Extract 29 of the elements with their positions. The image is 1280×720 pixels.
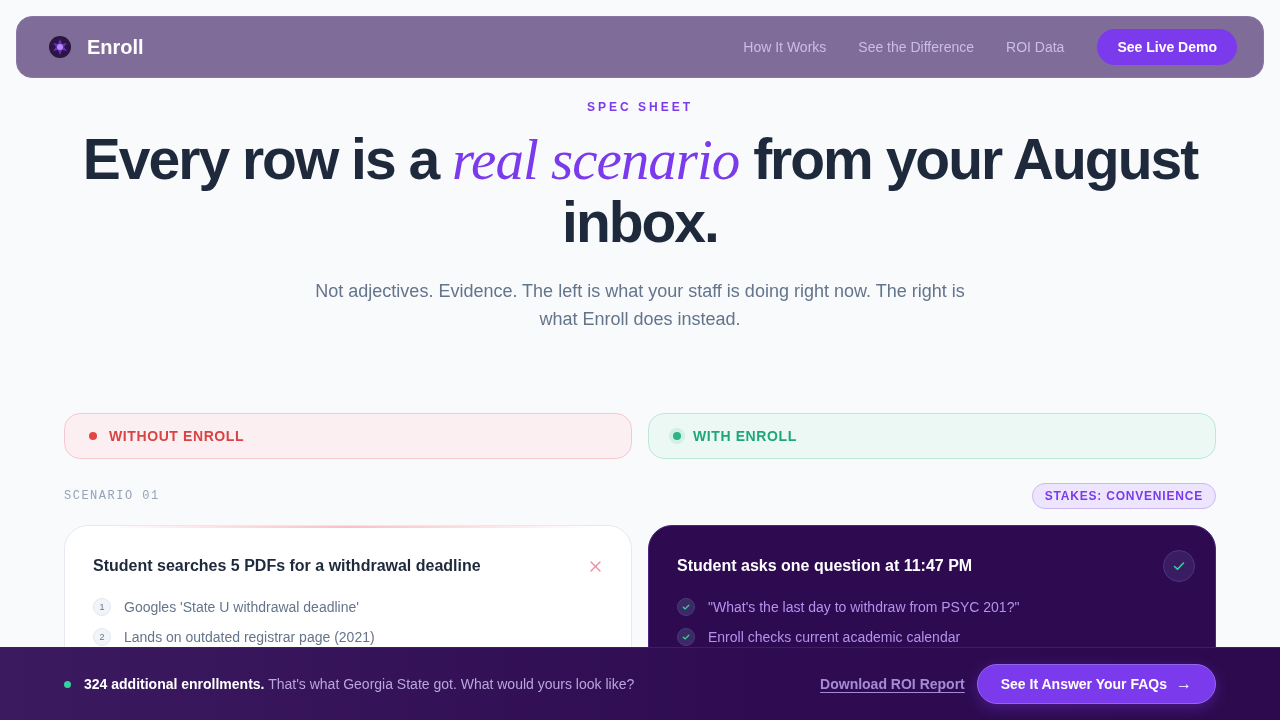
step-number: 2 [93,628,111,646]
download-report-link[interactable]: Download ROI Report [820,676,965,692]
scenario-label: SCENARIO 01 [64,489,160,503]
step-text: Googles 'State U withdrawal deadline' [124,598,359,617]
step-text: Enroll checks current academic calendar [708,628,961,647]
nav-link[interactable]: See the Difference [858,39,975,55]
headline: Every row is a real scenario from your August inbox. [81,128,1199,253]
card-title: Student searches 5 PDFs for a withdrawal deadline [93,556,481,576]
nav-link[interactable]: ROI Data [1006,39,1065,55]
status-dot-icon [64,680,71,688]
check-icon [1163,550,1195,582]
cross-icon [590,560,601,572]
logo-icon [48,35,72,59]
faq-demo-button[interactable]: See It Answer Your FAQs → [976,664,1216,704]
step-text: "What's the last day to withdraw from PSYC 201?" [708,598,1020,617]
card-title: Student asks one question at 11:47 PM [677,556,973,576]
section-eyebrow: SPEC SHEET [587,100,693,114]
check-icon [677,628,695,646]
live-demo-button[interactable]: See Live Demo [1097,29,1237,65]
stakes-tag: STAKES: CONVENIENCE [1031,483,1216,509]
subtitle: Not adjectives. Evidence. The left is what your staff is doing right now. The right is what Enroll does instead. [314,280,966,331]
step-text: Lands on outdated registrar page (2021) [124,628,375,647]
column-label: WITH ENROLL [693,428,797,444]
column-label: WITHOUT ENROLL [109,428,245,444]
step-number: 1 [93,598,111,616]
check-icon [677,598,695,616]
nav-link[interactable]: How It Works [743,39,827,55]
brand-name[interactable]: Enroll [87,35,144,59]
results-message: 324 additional enrollments. That's what Georgia State got. What would yours look like? [84,676,636,692]
